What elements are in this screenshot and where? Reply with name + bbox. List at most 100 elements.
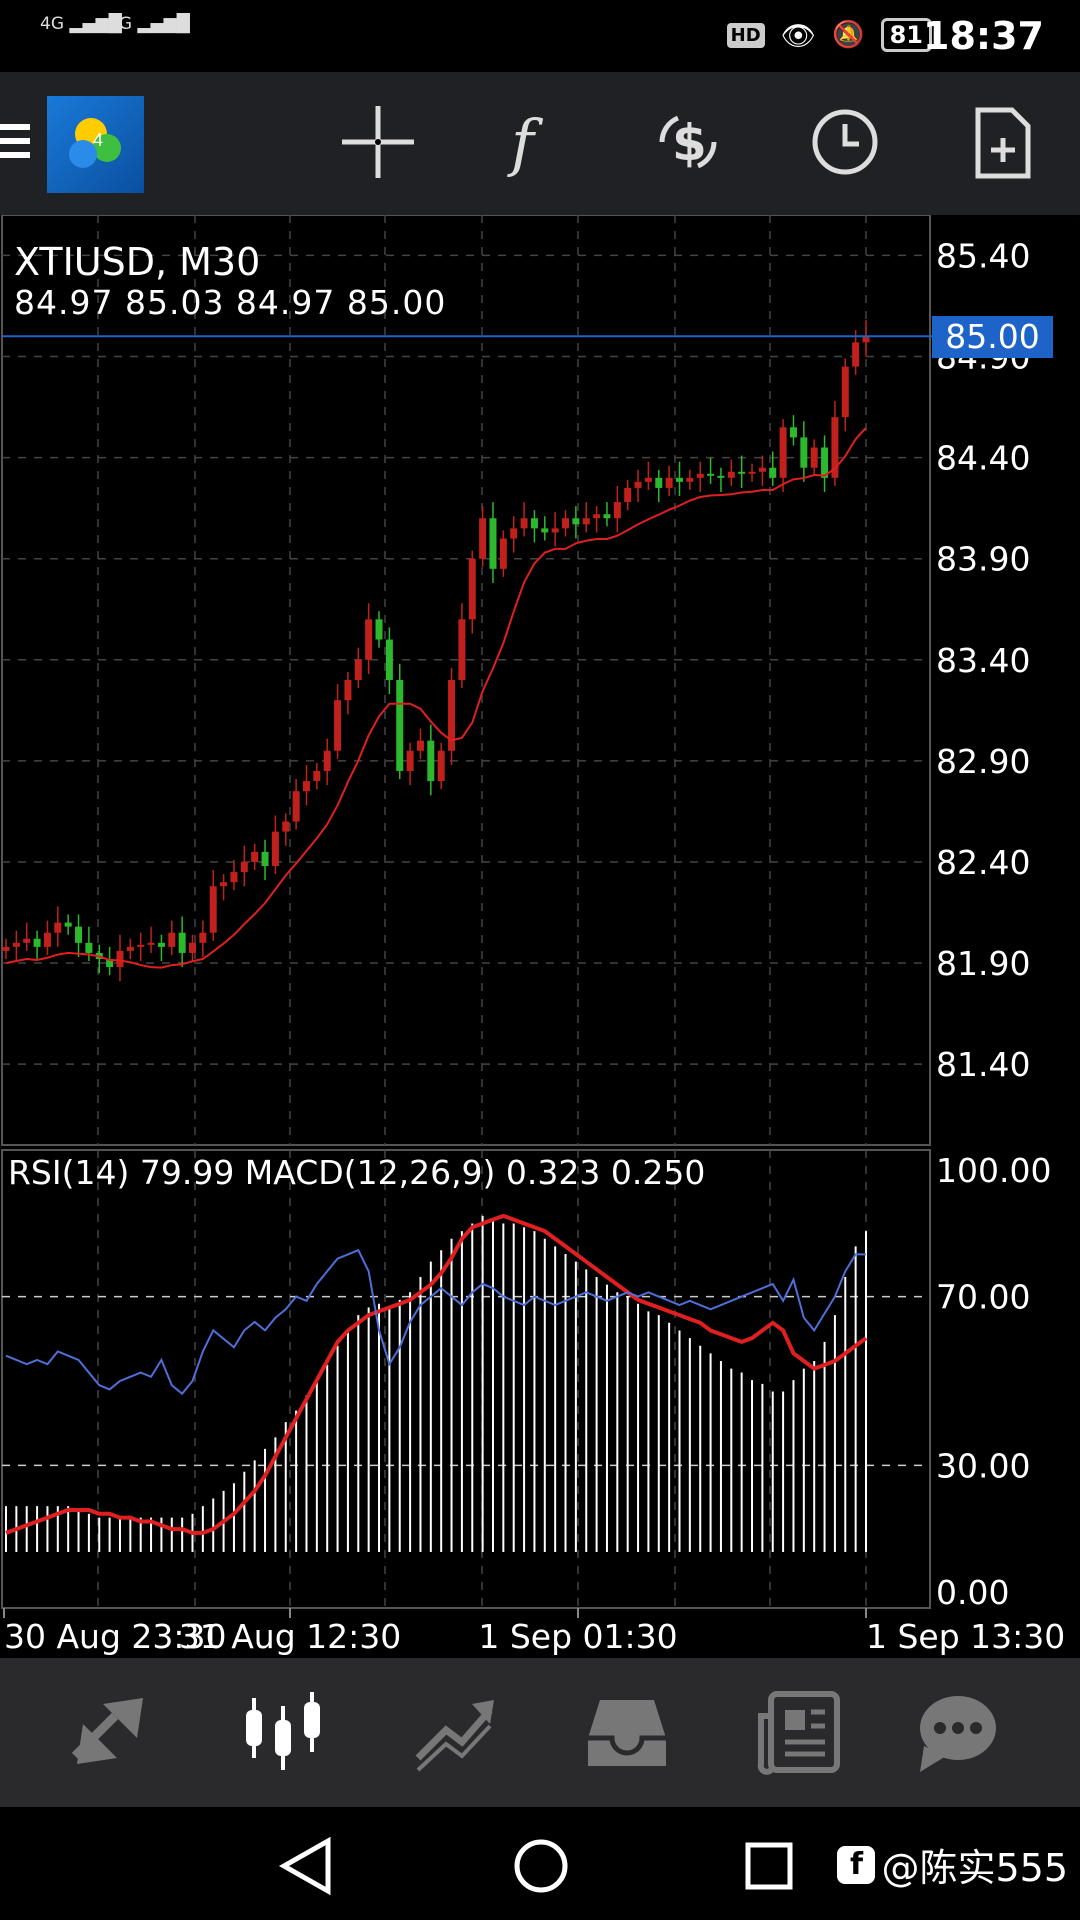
mute-icon: 🔕: [832, 20, 865, 50]
candle-body: [810, 447, 818, 468]
candle-body: [116, 950, 124, 968]
candle-body: [354, 659, 362, 680]
candle-body: [769, 467, 777, 478]
candle-body: [562, 518, 570, 529]
candle-body: [396, 680, 404, 771]
chart-panel[interactable]: 85.4084.9084.4083.9083.4082.9082.4081.90…: [0, 215, 1080, 1658]
system-nav: f @陈实555: [0, 1807, 1080, 1920]
candle-body: [220, 882, 228, 887]
time-tick-label: 1 Sep 01:30: [478, 1617, 677, 1656]
candle-body: [23, 938, 31, 943]
candle-body: [458, 619, 466, 680]
candle-body: [147, 942, 155, 945]
candle-body: [261, 851, 269, 866]
trade-history-icon[interactable]: [410, 1686, 500, 1776]
price-tick-label: 83.90: [936, 540, 1030, 579]
candle-body: [758, 467, 766, 472]
menu-icon[interactable]: [0, 124, 30, 166]
time-tick-label: 1 Sep 13:30: [866, 1617, 1065, 1656]
candle-body: [43, 932, 51, 947]
crosshair-icon[interactable]: [338, 102, 418, 182]
candle-body: [727, 471, 735, 478]
candle-body: [75, 926, 83, 943]
candle-body: [665, 477, 673, 488]
candle-body: [126, 946, 134, 951]
candle-body: [686, 477, 694, 482]
candle-body: [634, 481, 642, 488]
candle-body: [209, 886, 217, 933]
rsi-line: [5, 1248, 866, 1396]
candle-body: [199, 932, 207, 943]
candle-body: [189, 942, 197, 953]
candle-body: [344, 680, 352, 701]
candle-body: [64, 922, 72, 927]
new-document-icon[interactable]: [962, 102, 1042, 182]
candle-body: [12, 942, 20, 947]
back-button[interactable]: [272, 1831, 342, 1901]
current-price-tag: 85.00: [932, 316, 1053, 358]
eye-icon: 👁: [780, 18, 817, 52]
app-logo[interactable]: 4: [47, 96, 144, 193]
symbol-timeframe: XTIUSD, M30: [14, 240, 261, 284]
svg-text:4: 4: [93, 130, 103, 150]
price-tick-label: 84.40: [936, 439, 1030, 478]
candle-body: [789, 427, 797, 438]
toolbar: 4 f $: [0, 72, 1080, 215]
indicator-label: RSI(14) 79.99 MACD(12,26,9) 0.323 0.250: [8, 1153, 706, 1192]
candle-body: [271, 831, 279, 866]
ohlc-values: 84.97 85.03 84.97 85.00: [14, 283, 447, 322]
moving-average-line: [5, 427, 867, 969]
messages-icon[interactable]: [912, 1686, 1002, 1776]
candle-body: [613, 502, 621, 519]
candle-body: [852, 342, 860, 367]
price-tick-label: 81.40: [936, 1045, 1030, 1084]
candle-body: [334, 700, 342, 751]
trade-icon[interactable]: $: [648, 102, 728, 182]
candle-body: [240, 861, 248, 873]
candle-body: [251, 851, 259, 862]
price-tick-label: 81.90: [936, 944, 1030, 983]
candle-body: [33, 938, 41, 947]
candle-body: [541, 528, 549, 533]
candle-body: [624, 487, 632, 503]
candle-body: [365, 619, 373, 660]
recents-button[interactable]: [734, 1831, 804, 1901]
candle-body: [841, 366, 849, 418]
price-tick-label: 83.40: [936, 641, 1030, 680]
candle-body: [230, 872, 238, 883]
news-icon[interactable]: [755, 1686, 845, 1776]
indicator-tick-label: 0.00: [936, 1573, 1009, 1612]
candle-body: [468, 558, 476, 620]
indicator-tick-label: 30.00: [936, 1446, 1030, 1485]
price-chart[interactable]: 85.4084.9084.4083.9083.4082.9082.4081.90…: [0, 215, 1080, 1658]
candle-body: [54, 922, 62, 933]
candle-body: [479, 518, 487, 559]
chart-icon[interactable]: [238, 1686, 328, 1776]
candle-body: [603, 514, 611, 519]
quotes-icon[interactable]: [65, 1686, 155, 1776]
candle-body: [499, 538, 507, 569]
candle-body: [520, 518, 528, 529]
candle-body: [675, 477, 683, 482]
candle-body: [302, 781, 310, 792]
inbox-icon[interactable]: [582, 1686, 672, 1776]
candle-body: [644, 477, 652, 482]
candle-body: [2, 946, 10, 951]
candle-body: [489, 518, 497, 569]
clock-icon[interactable]: [805, 102, 885, 182]
candle-body: [800, 437, 808, 468]
candle-body: [530, 518, 538, 529]
home-button[interactable]: [506, 1831, 576, 1901]
candle-body: [572, 518, 580, 525]
status-bar: 4G ▂▄▆█ 2G ▂▄▆█ HD 👁 🔕 81 18:37: [0, 0, 1080, 72]
signal-2g-icon: 2G ▂▄▆█: [108, 14, 190, 34]
function-icon[interactable]: f: [493, 102, 573, 182]
social-logo-icon: f: [837, 1845, 876, 1884]
candle-body: [696, 473, 704, 478]
watermark: f @陈实555: [837, 1837, 1068, 1892]
candle-body: [375, 619, 383, 640]
candle-body: [157, 942, 165, 947]
bottom-nav: [0, 1658, 1080, 1807]
price-tick-label: 82.90: [936, 742, 1030, 781]
candle-body: [385, 639, 393, 680]
